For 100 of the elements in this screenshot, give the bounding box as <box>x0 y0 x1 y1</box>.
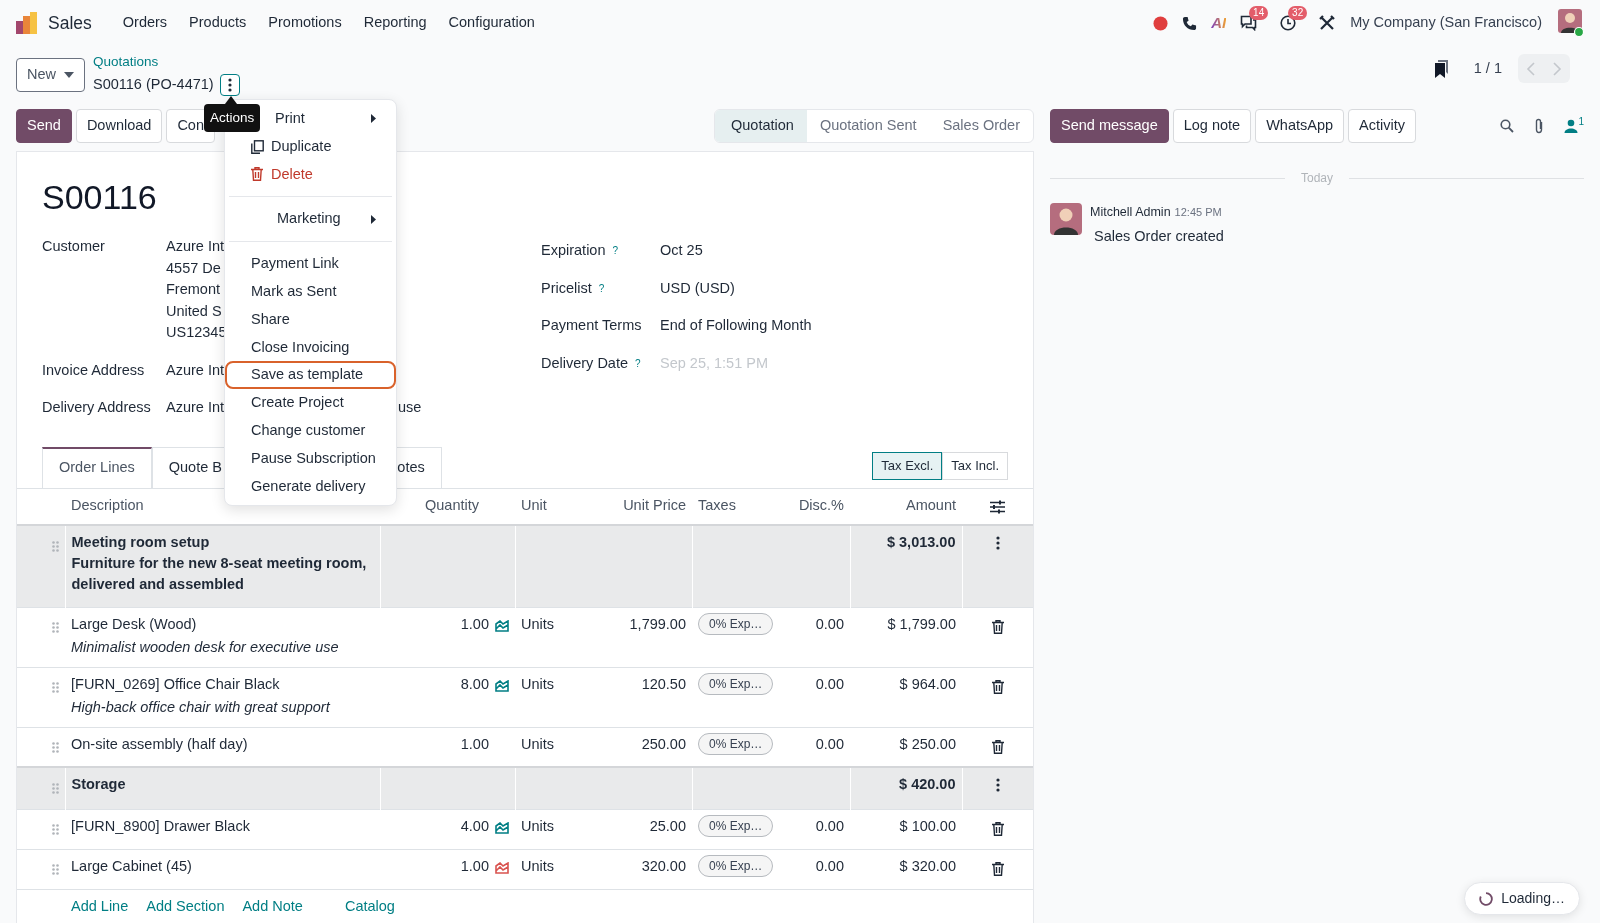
delete-icon[interactable] <box>991 861 1004 876</box>
unit-cell: Units <box>521 615 555 632</box>
paperclip-icon[interactable] <box>1534 118 1545 134</box>
menu-item[interactable]: Promotions <box>257 12 353 34</box>
discount-cell: 0.00 <box>815 857 844 874</box>
kebab-icon[interactable] <box>995 536 1000 551</box>
add-link[interactable]: Catalog <box>344 895 395 918</box>
quantity-cell: 1.00 <box>460 857 489 874</box>
stock-chart-icon[interactable] <box>495 861 509 874</box>
menu-item[interactable]: Change customer <box>225 416 396 445</box>
bookmark-icon[interactable] <box>1433 59 1450 78</box>
record-icon[interactable] <box>1153 15 1169 31</box>
stock-chart-icon[interactable] <box>495 679 509 692</box>
status-step[interactable]: Quotation Sent <box>806 110 930 142</box>
add-link[interactable]: Add Note <box>242 895 303 918</box>
followers-count[interactable]: 1 <box>1578 114 1584 129</box>
product-name[interactable]: Large Cabinet (45) <box>71 855 374 878</box>
unit-price-cell: 120.50 <box>641 675 686 692</box>
menu-item[interactable]: Marketing <box>225 205 396 234</box>
author-avatar-icon[interactable] <box>1050 203 1082 235</box>
column-header[interactable]: Unit Price <box>600 488 692 525</box>
phone-icon[interactable] <box>1182 15 1198 31</box>
new-button[interactable]: New <box>16 58 85 92</box>
menu-item[interactable]: Configuration <box>437 12 546 34</box>
caret-down-icon <box>64 72 74 78</box>
sliders-icon[interactable] <box>990 499 1005 514</box>
quantity-cell: 1.00 <box>460 615 489 632</box>
tax-tag[interactable]: 0% Exp… <box>698 814 774 837</box>
help-icon[interactable]: ? <box>635 352 641 374</box>
chatter-button[interactable]: Activity <box>1348 109 1416 143</box>
drag-handle-icon[interactable] <box>52 682 59 694</box>
product-name[interactable]: Large Desk (Wood) <box>71 613 374 636</box>
tools-icon[interactable] <box>1319 15 1336 31</box>
drag-handle-icon[interactable] <box>52 622 59 634</box>
menu-item[interactable]: Payment Link <box>225 250 396 278</box>
menu-item[interactable]: Reporting <box>352 12 438 34</box>
unit-price-cell: 320.00 <box>641 857 686 874</box>
form-tab[interactable]: Order Lines <box>42 446 152 488</box>
tax-tag[interactable]: 0% Exp… <box>698 732 774 755</box>
chatter-button[interactable]: Log note <box>1172 109 1252 143</box>
date-input[interactable]: Sep 25, 1:51 PM <box>660 352 860 374</box>
app-name[interactable]: Sales <box>48 9 92 37</box>
status-step[interactable]: Sales Order <box>929 110 1033 142</box>
column-header[interactable]: Taxes <box>692 488 785 525</box>
product-description: High-back office chair with great support <box>71 698 332 718</box>
product-name[interactable]: [FURN_0269] Office Chair Black <box>71 673 374 696</box>
send-button[interactable]: Send <box>16 109 72 143</box>
stock-chart-icon[interactable] <box>495 821 509 834</box>
field-value: US12345 <box>166 323 227 342</box>
drag-handle-icon[interactable] <box>52 742 59 754</box>
menu-item[interactable]: Mark as Sent <box>225 278 396 306</box>
tax-tag[interactable]: 0% Exp… <box>698 672 774 695</box>
clock-icon[interactable] <box>1280 15 1297 31</box>
activity-counter: 32 <box>1288 6 1308 20</box>
drag-handle-icon[interactable] <box>51 782 59 794</box>
author-name[interactable]: Mitchell Admin <box>1090 203 1171 222</box>
chat-icon[interactable] <box>1240 15 1258 31</box>
delete-icon[interactable] <box>991 821 1004 836</box>
help-icon[interactable]: ? <box>612 240 619 262</box>
product-name[interactable]: [FURN_8900] Drawer Black <box>71 815 374 838</box>
tax-tag[interactable]: 0% Exp… <box>698 612 774 635</box>
menu-item[interactable]: Duplicate <box>225 132 396 161</box>
breadcrumb-link[interactable]: Quotations <box>93 54 240 70</box>
column-header[interactable]: Disc.% <box>785 488 850 525</box>
help-icon[interactable]: ? <box>598 277 605 299</box>
status-step[interactable]: Quotation <box>715 110 807 142</box>
drag-handle-icon[interactable] <box>52 824 59 836</box>
tax-tag[interactable]: 0% Exp… <box>698 854 774 877</box>
column-header[interactable]: Unit <box>515 488 600 525</box>
follower-icon[interactable] <box>1564 119 1579 133</box>
menu-item[interactable]: Delete <box>225 160 396 189</box>
actions-menu-button[interactable] <box>219 74 240 96</box>
menu-item[interactable]: Orders <box>111 12 179 34</box>
menu-item[interactable]: Close Invoicing <box>225 333 396 362</box>
menu-item[interactable]: Products <box>178 12 258 34</box>
section-subtotal: $ 420.00 <box>899 776 956 792</box>
drag-handle-icon[interactable] <box>51 540 59 552</box>
delete-icon[interactable] <box>991 679 1004 694</box>
delete-icon[interactable] <box>991 619 1004 634</box>
kebab-icon[interactable] <box>995 778 1000 793</box>
company-name[interactable]: My Company (San Francisco) <box>1350 12 1542 34</box>
column-header[interactable]: Amount <box>850 488 962 525</box>
menu-item[interactable]: Create Project <box>225 389 396 417</box>
menu-item[interactable]: Share <box>225 305 396 334</box>
delete-icon[interactable] <box>991 739 1004 754</box>
add-link[interactable]: Add Line <box>71 895 129 918</box>
chatter-button[interactable]: Send message <box>1050 109 1169 143</box>
add-link[interactable]: Add Section <box>146 895 225 918</box>
user-avatar-icon[interactable] <box>1558 9 1584 37</box>
tax-toggle[interactable]: Tax Excl. <box>872 451 943 480</box>
drag-handle-icon[interactable] <box>52 864 59 876</box>
copy-icon <box>251 139 264 154</box>
stock-chart-icon[interactable] <box>495 619 509 632</box>
toolbar-button[interactable]: Download <box>75 109 163 143</box>
tax-toggle[interactable]: Tax Incl. <box>942 451 1008 480</box>
product-name[interactable]: On-site assembly (half day) <box>71 733 374 756</box>
menu-item[interactable]: Save as template <box>225 361 396 390</box>
chatter-button[interactable]: WhatsApp <box>1255 109 1345 143</box>
search-icon[interactable] <box>1500 119 1515 133</box>
pager-value[interactable]: 1 / 1 <box>1473 57 1502 80</box>
